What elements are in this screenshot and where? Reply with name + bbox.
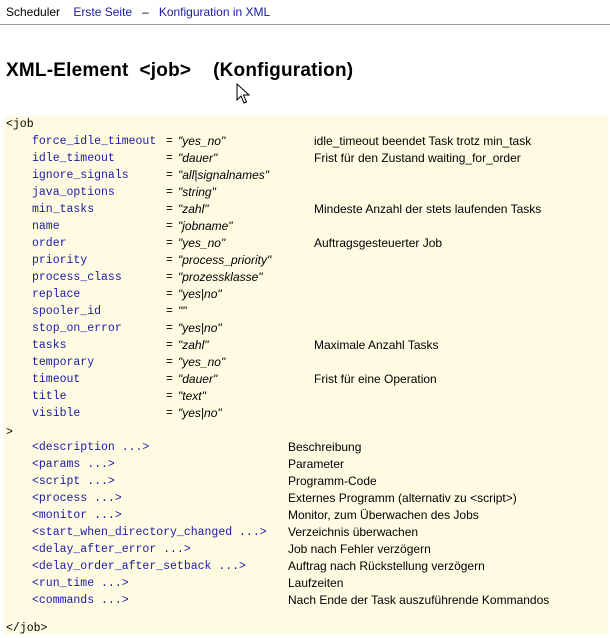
child-element-link[interactable]: <script ...>	[32, 473, 115, 490]
attribute-value: ""	[178, 304, 187, 318]
header-divider	[0, 24, 610, 25]
attribute-equals: =	[166, 152, 173, 165]
child-element-description: Parameter	[288, 457, 345, 471]
attribute-value: "yes_no"	[178, 134, 226, 148]
job-close-tag: </job>	[6, 622, 48, 635]
attribute-description: idle_timeout beendet Task trotz min_task	[314, 134, 532, 148]
child-element-description: Externes Programm (alternativ zu <script…	[288, 491, 517, 505]
attribute-name-link[interactable]: timeout	[32, 371, 80, 388]
attribute-value: "yes|no"	[178, 321, 222, 335]
attribute-value: "zahl"	[178, 338, 209, 352]
attribute-equals: =	[166, 271, 173, 284]
attribute-name-link[interactable]: java_options	[32, 184, 115, 201]
child-element-description: Nach Ende der Task auszuführende Kommand…	[288, 593, 550, 607]
attribute-value: "yes|no"	[178, 287, 222, 301]
attribute-value: "text"	[178, 389, 206, 403]
nav-separator: –	[142, 5, 149, 19]
child-element-description: Laufzeiten	[288, 576, 344, 590]
xml-code-block: <job force_idle_timeout = "yes_no" idle_tim…	[4, 116, 608, 635]
child-element-description: Verzeichnis überwachen	[288, 525, 419, 539]
attribute-name-link[interactable]: tasks	[32, 337, 67, 354]
attribute-value: "all|signalnames"	[178, 168, 270, 182]
attribute-description: Mindeste Anzahl der stets laufenden Task…	[314, 202, 542, 216]
attribute-value: "dauer"	[178, 372, 218, 386]
attribute-equals: =	[166, 220, 173, 233]
attribute-equals: =	[166, 135, 173, 148]
breadcrumb: Scheduler Erste Seite – Konfiguration in…	[6, 5, 270, 19]
attribute-equals: =	[166, 186, 173, 199]
child-element-link[interactable]: <delay_after_error ...>	[32, 541, 191, 558]
attribute-value: "yes_no"	[178, 236, 226, 250]
attribute-equals: =	[166, 356, 173, 369]
attribute-value: "jobname"	[178, 219, 233, 233]
job-close-bracket: >	[6, 426, 13, 439]
attribute-name-link[interactable]: temporary	[32, 354, 94, 371]
attribute-name-link[interactable]: title	[32, 388, 67, 405]
child-element-link[interactable]: <commands ...>	[32, 592, 129, 609]
attribute-name-link[interactable]: replace	[32, 286, 80, 303]
nav-first-page-link[interactable]: Erste Seite	[73, 5, 132, 19]
attribute-value: "yes|no"	[178, 406, 222, 420]
attribute-value: "prozessklasse"	[178, 270, 263, 284]
child-element-link[interactable]: <process ...>	[32, 490, 122, 507]
child-element-link[interactable]: <start_when_directory_changed ...>	[32, 524, 267, 541]
attribute-equals: =	[166, 322, 173, 335]
attribute-description: Maximale Anzahl Tasks	[314, 338, 439, 352]
attribute-name-link[interactable]: process_class	[32, 269, 122, 286]
attribute-equals: =	[166, 203, 173, 216]
mouse-pointer-icon	[236, 83, 250, 104]
job-open-tag: <job	[6, 118, 34, 131]
attribute-equals: =	[166, 288, 173, 301]
child-element-link[interactable]: <params ...>	[32, 456, 115, 473]
child-element-link[interactable]: <description ...>	[32, 439, 149, 456]
attribute-name-link[interactable]: min_tasks	[32, 201, 94, 218]
child-element-link[interactable]: <run_time ...>	[32, 575, 129, 592]
child-element-link[interactable]: <delay_order_after_setback ...>	[32, 558, 246, 575]
attribute-name-link[interactable]: priority	[32, 252, 87, 269]
attribute-equals: =	[166, 305, 173, 318]
attribute-name-link[interactable]: visible	[32, 405, 80, 422]
attribute-name-link[interactable]: spooler_id	[32, 303, 101, 320]
attribute-equals: =	[166, 254, 173, 267]
child-element-description: Auftrag nach Rückstellung verzögern	[288, 559, 485, 573]
attribute-name-link[interactable]: stop_on_error	[32, 320, 122, 337]
attribute-description: Auftragsgesteuerter Job	[314, 236, 443, 250]
attribute-name-link[interactable]: idle_timeout	[32, 150, 115, 167]
child-element-link[interactable]: <monitor ...>	[32, 507, 122, 524]
attribute-value: "dauer"	[178, 151, 218, 165]
attribute-equals: =	[166, 237, 173, 250]
attribute-value: "process_priority"	[178, 253, 272, 267]
child-element-description: Monitor, zum Überwachen des Jobs	[288, 508, 479, 522]
attribute-description: Frist für den Zustand waiting_for_order	[314, 151, 521, 165]
nav-scheduler-link[interactable]: Scheduler	[6, 5, 60, 19]
child-element-description: Programm-Code	[288, 474, 377, 488]
attribute-name-link[interactable]: force_idle_timeout	[32, 133, 156, 150]
attribute-description: Frist für eine Operation	[314, 372, 437, 386]
attribute-equals: =	[166, 407, 173, 420]
child-element-description: Beschreibung	[288, 440, 362, 454]
child-element-description: Job nach Fehler verzögern	[288, 542, 431, 556]
attribute-value: "zahl"	[178, 202, 209, 216]
attribute-equals: =	[166, 169, 173, 182]
attribute-name-link[interactable]: ignore_signals	[32, 167, 129, 184]
page-title: XML-Element <job> (Konfiguration)	[6, 60, 354, 81]
attribute-equals: =	[166, 339, 173, 352]
attribute-name-link[interactable]: order	[32, 235, 67, 252]
attribute-name-link[interactable]: name	[32, 218, 60, 235]
attribute-value: "string"	[178, 185, 216, 199]
attribute-equals: =	[166, 373, 173, 386]
nav-xml-config-link[interactable]: Konfiguration in XML	[159, 5, 270, 19]
attribute-equals: =	[166, 390, 173, 403]
attribute-value: "yes_no"	[178, 355, 226, 369]
